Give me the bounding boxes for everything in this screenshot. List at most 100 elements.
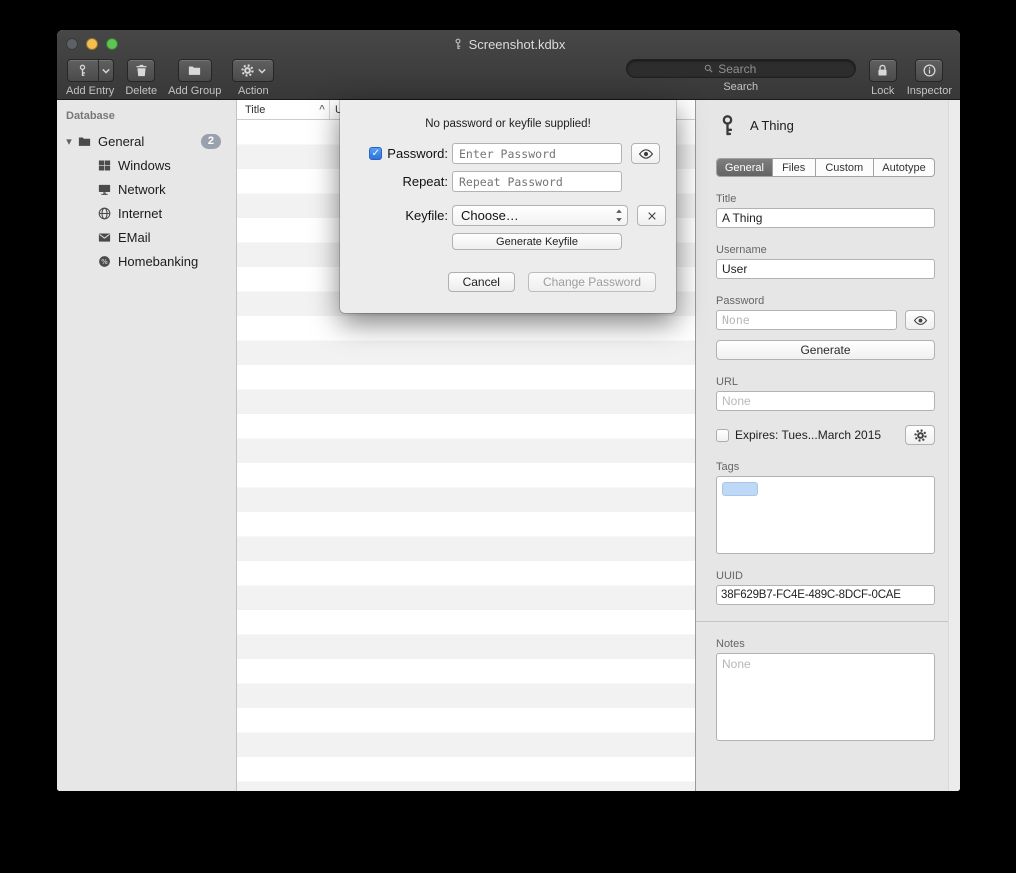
entry-key-icon [716,114,739,137]
tab-files[interactable]: Files [773,159,816,176]
network-icon [97,182,112,197]
password-checkbox[interactable]: ✓ [369,147,382,160]
sidebar-item-email[interactable]: EMail [57,225,236,249]
url-field[interactable] [716,391,935,411]
sidebar: Database ▾ General 2 Windows Network Int… [57,100,237,791]
password-field[interactable] [716,310,897,330]
expires-checkbox[interactable] [716,429,729,442]
url-label: URL [716,376,935,388]
search-label: Search [723,81,758,93]
add-group-label: Add Group [168,85,221,97]
envelope-icon [97,230,112,245]
sidebar-item-internet[interactable]: Internet [57,201,236,225]
keyfile-dropdown[interactable]: Choose… [452,205,628,226]
entry-count-badge: 2 [201,134,221,149]
inspector-label: Inspector [907,85,952,97]
sidebar-item-network[interactable]: Network [57,177,236,201]
close-icon [644,208,660,224]
action-label: Action [238,85,269,97]
info-icon [922,63,937,78]
close-button[interactable] [66,38,78,50]
add-entry-key-icon [68,60,98,81]
sidebar-item-label: Network [118,182,166,197]
title-label: Title [716,193,935,205]
windows-icon [97,158,112,173]
inspector-content: A Thing General Files Custom Autotype Ti… [696,100,948,791]
column-header-title[interactable]: Title ^ [237,100,330,119]
sidebar-item-label: Internet [118,206,162,221]
minimize-button[interactable] [86,38,98,50]
dialog-message: No password or keyfile supplied! [340,118,676,130]
keyfile-value: Choose… [461,208,519,223]
chevron-down-icon [258,68,266,74]
repeat-row: Repeat: [340,171,676,192]
clear-keyfile-button[interactable] [637,205,666,226]
tags-box[interactable] [716,476,935,554]
trash-icon [134,63,149,78]
delete-button[interactable] [127,59,155,82]
add-entry-button[interactable] [67,59,114,82]
title-field[interactable] [716,208,935,228]
sidebar-item-homebanking[interactable]: Homebanking [57,249,236,273]
zoom-button[interactable] [106,38,118,50]
sidebar-item-label: EMail [118,230,151,245]
dialog-actions: Cancel Change Password [448,272,656,292]
change-password-button[interactable]: Change Password [528,272,656,292]
delete-group: Delete [125,59,157,97]
inspector-scrollbar[interactable] [948,100,960,791]
notes-field[interactable] [716,653,935,741]
sort-ascending-icon: ^ [319,104,325,115]
delete-label: Delete [125,85,157,97]
generate-password-button[interactable]: Generate [716,340,935,360]
action-group: Action [232,59,274,97]
eye-icon [913,313,928,328]
lock-icon [875,63,890,78]
password-label: Password [716,295,935,307]
coin-icon [97,254,112,269]
app-window: Screenshot.kdbx Add Entry Delete Add Gro… [57,30,960,791]
window-title: Screenshot.kdbx [452,37,566,52]
reveal-password-button[interactable] [631,143,660,164]
inspector-header: A Thing [716,110,935,140]
sidebar-item-general[interactable]: ▾ General 2 [57,129,236,153]
notes-label: Notes [716,638,935,650]
add-entry-dropdown[interactable] [98,60,113,81]
username-field[interactable] [716,259,935,279]
traffic-lights [66,38,118,50]
tab-general[interactable]: General [717,159,773,176]
action-button[interactable] [232,59,274,82]
repeat-password-field[interactable] [452,171,622,192]
sidebar-item-label: Homebanking [118,254,198,269]
disclosure-triangle-icon[interactable]: ▾ [61,135,77,148]
add-group-group: Add Group [168,59,221,97]
sidebar-item-windows[interactable]: Windows [57,153,236,177]
search-field[interactable] [626,59,856,78]
expires-settings-button[interactable] [905,425,935,445]
search-input[interactable] [718,62,778,76]
tag-token[interactable] [722,482,758,496]
titlebar: Screenshot.kdbx [57,30,960,58]
lock-group: Lock [869,59,897,97]
sidebar-item-label: General [98,134,144,149]
cancel-button[interactable]: Cancel [448,272,515,292]
keyfile-label: Keyfile: [360,208,448,223]
inspector-panel: A Thing General Files Custom Autotype Ti… [695,100,960,791]
uuid-field[interactable] [716,585,935,605]
tab-autotype[interactable]: Autotype [874,159,934,176]
eye-icon [638,146,654,162]
tab-custom[interactable]: Custom [816,159,874,176]
generate-keyfile-button[interactable]: Generate Keyfile [452,233,622,250]
password-label: Password: [387,146,448,161]
search-icon [703,63,714,74]
folder-icon [77,134,92,149]
reveal-password-button[interactable] [905,310,935,330]
sidebar-item-label: Windows [118,158,171,173]
enter-password-field[interactable] [452,143,622,164]
add-entry-group: Add Entry [66,59,114,97]
repeat-label: Repeat: [360,174,448,189]
inspector-button[interactable] [915,59,943,82]
add-group-button[interactable] [178,59,212,82]
folder-plus-icon [187,63,202,78]
window-header: Screenshot.kdbx Add Entry Delete Add Gro… [57,30,960,100]
lock-button[interactable] [869,59,897,82]
